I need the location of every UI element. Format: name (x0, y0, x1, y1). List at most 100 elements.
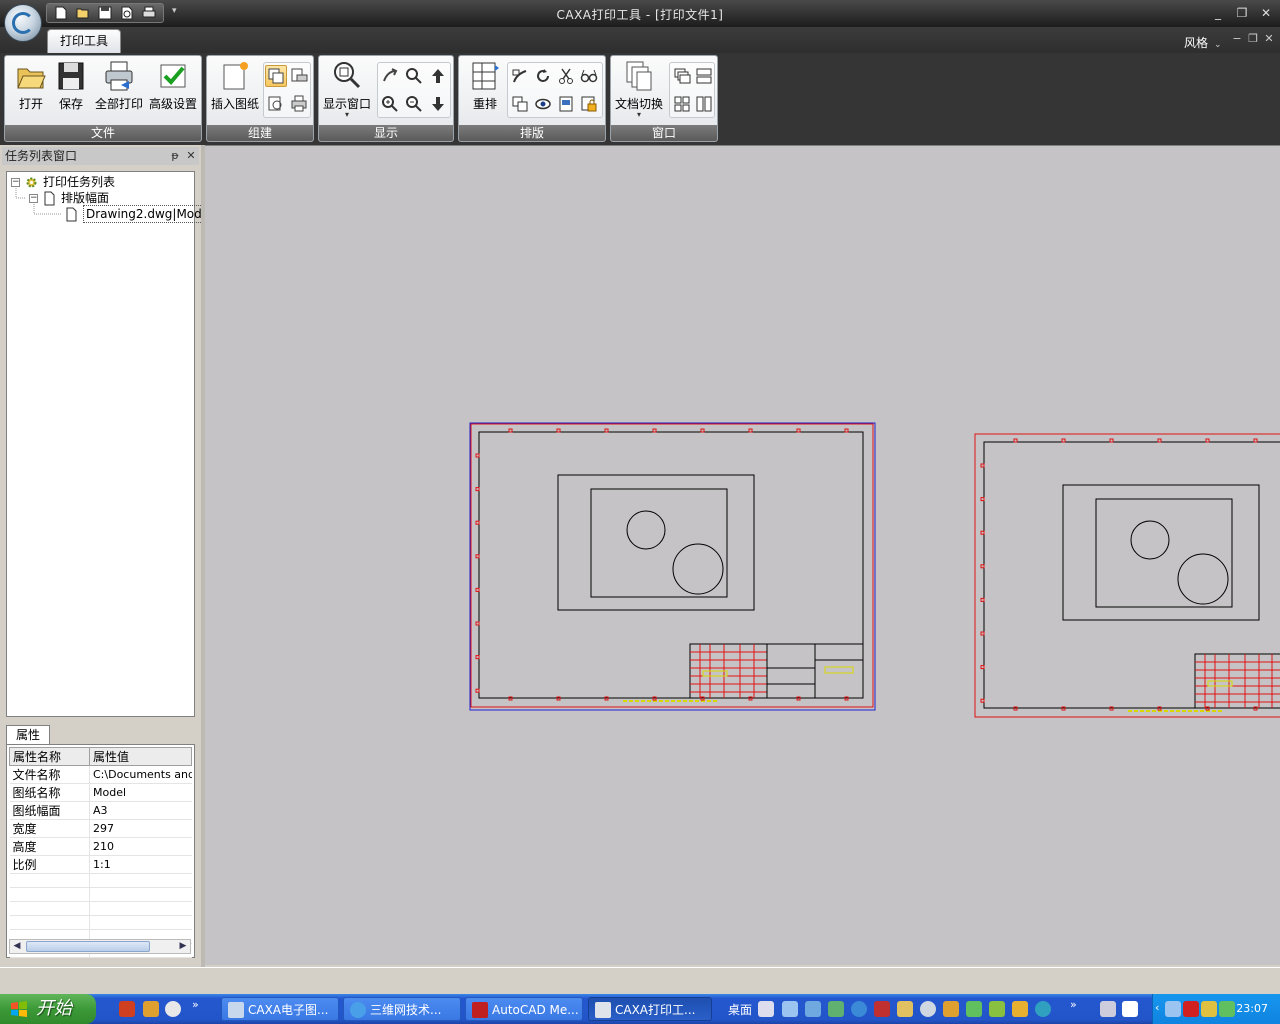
taskbar-button-ie[interactable]: 三维网技术... (343, 997, 461, 1021)
table-row[interactable]: 图纸名称 Model (9, 783, 192, 802)
rotate-button[interactable] (532, 65, 554, 87)
part-outline (1062, 484, 1260, 621)
column-header-value[interactable]: 属性值 (89, 747, 192, 766)
column-header-name[interactable]: 属性名称 (9, 747, 90, 766)
taskbar-button-caxa-drawing[interactable]: CAXA电子图... (221, 997, 339, 1021)
sheet-border-ticks (980, 438, 1258, 711)
warning-icon[interactable] (1201, 1001, 1217, 1017)
save-button[interactable]: 保存 (45, 58, 97, 122)
start-button[interactable]: 开始 (0, 994, 96, 1024)
zoom-out-button[interactable] (403, 93, 425, 115)
open-folder-icon[interactable] (73, 5, 93, 21)
sheet-copy-button[interactable] (265, 65, 287, 87)
table-row[interactable]: 文件名称C:\Documents and S (9, 765, 192, 784)
desktop-icon-3[interactable] (805, 1001, 821, 1017)
advanced-settings-button[interactable]: 高级设置 (147, 58, 199, 122)
cascade-button[interactable] (671, 65, 693, 87)
app-menu-button[interactable] (4, 4, 42, 42)
horizontal-scrollbar[interactable]: ◀ ▶ (9, 939, 191, 954)
close-panel-icon[interactable]: ✕ (184, 147, 198, 165)
scroll-left-icon[interactable]: ◀ (10, 940, 24, 953)
style-menu[interactable]: 风格 ⌄ (1184, 34, 1222, 51)
desktop-icon-2[interactable] (782, 1001, 798, 1017)
table-row[interactable] (9, 873, 192, 888)
page-button[interactable] (555, 93, 577, 115)
part-inner (590, 488, 728, 598)
close-button[interactable]: ✕ (1256, 5, 1276, 21)
sheet-print-button[interactable] (288, 65, 310, 87)
desktop-icon-12[interactable] (1012, 1001, 1028, 1017)
sheet-preview-button[interactable] (265, 93, 287, 115)
scroll-right-icon[interactable]: ▶ (176, 940, 190, 953)
desktop-icon-7[interactable] (897, 1001, 913, 1017)
desktop-icon-1[interactable] (758, 1001, 774, 1017)
quicklaunch-more-icon[interactable]: » (192, 998, 199, 1011)
properties-tab[interactable]: 属性 (6, 725, 50, 744)
tray-app-icon[interactable] (1219, 1001, 1235, 1017)
quicklaunch-qq-icon[interactable] (143, 1001, 159, 1017)
print-preview-icon[interactable] (117, 5, 137, 21)
quicklaunch-player-icon[interactable] (165, 1001, 181, 1017)
desktop-icon-4[interactable] (828, 1001, 844, 1017)
scroll-up-button[interactable] (427, 65, 449, 87)
lens-button[interactable] (578, 65, 600, 87)
view-button[interactable] (532, 93, 554, 115)
zoom-in-button[interactable] (379, 93, 401, 115)
desktop-icon-10[interactable] (966, 1001, 982, 1017)
scroll-thumb[interactable] (26, 941, 150, 952)
pan-zoom-button[interactable] (379, 65, 401, 87)
printer-icon[interactable] (139, 5, 159, 21)
table-row[interactable] (9, 915, 192, 930)
pin-icon[interactable]: ᵽ (168, 147, 182, 165)
desktop-icon-9[interactable] (943, 1001, 959, 1017)
tile-grid-button[interactable] (671, 93, 693, 115)
tab-print-tools[interactable]: 打印工具 (47, 29, 121, 53)
save-icon[interactable] (95, 5, 115, 21)
desktop-icon-11[interactable] (989, 1001, 1005, 1017)
quicklaunch-app-icon[interactable] (119, 1001, 135, 1017)
scroll-down-button[interactable] (427, 93, 449, 115)
quick-access-dropdown-icon[interactable]: ▾ (172, 6, 184, 20)
taskbar-button-autocad[interactable]: AutoCAD Me... (465, 997, 583, 1021)
desktop-more-icon[interactable]: » (1070, 998, 1077, 1011)
antivirus-icon[interactable] (1183, 1001, 1199, 1017)
mdi-restore-button[interactable]: ❐ (1246, 32, 1260, 45)
mdi-close-button[interactable]: ✕ (1262, 32, 1276, 45)
rearrange-button[interactable]: 重排 (459, 58, 511, 122)
network-icon[interactable] (1165, 1001, 1181, 1017)
table-row[interactable]: 图纸幅面 A3 (9, 801, 192, 820)
insert-drawing-button[interactable]: 插入图纸 (209, 58, 261, 122)
document-switch-button[interactable]: 文档切换 ▾ (613, 58, 665, 122)
print-all-button[interactable]: 全部打印 (93, 58, 145, 122)
desktop-icon-8[interactable] (920, 1001, 936, 1017)
zoom-button[interactable] (403, 65, 425, 87)
keyboard-icon[interactable] (1100, 1001, 1116, 1017)
drawing-sheet-1[interactable] (469, 422, 876, 711)
overlap-button[interactable] (509, 93, 531, 115)
new-icon[interactable] (51, 5, 71, 21)
taskbar-button-label: 三维网技术... (370, 1003, 442, 1017)
manual-layout-button[interactable] (509, 65, 531, 87)
help-icon[interactable] (1122, 1001, 1138, 1017)
tile-horizontal-button[interactable] (693, 65, 715, 87)
drawing-sheet-2[interactable] (974, 433, 1280, 718)
desktop-icon-6[interactable] (874, 1001, 890, 1017)
show-window-button[interactable]: 显示窗口 ▾ (321, 58, 373, 122)
lock-button[interactable] (578, 93, 600, 115)
desktop-ie-icon[interactable] (851, 1001, 867, 1017)
table-row[interactable] (9, 887, 192, 902)
print-layout-canvas[interactable] (205, 145, 1280, 965)
tile-vertical-button[interactable] (693, 93, 715, 115)
minimize-button[interactable]: _ (1208, 5, 1228, 21)
taskbar-button-caxa-print[interactable]: CAXA打印工... (588, 997, 712, 1021)
table-row[interactable] (9, 901, 192, 916)
table-row[interactable]: 高度 210 (9, 837, 192, 856)
mdi-minimize-button[interactable]: − (1230, 32, 1244, 45)
tray-expand-icon[interactable]: ‹ (1155, 1001, 1159, 1014)
print-button[interactable] (288, 93, 310, 115)
restore-button[interactable]: ❐ (1232, 5, 1252, 21)
table-row[interactable]: 宽度 297 (9, 819, 192, 838)
table-row[interactable]: 比例 1:1 (9, 855, 192, 874)
desktop-globe-icon[interactable] (1035, 1001, 1051, 1017)
cut-button[interactable] (555, 65, 577, 87)
